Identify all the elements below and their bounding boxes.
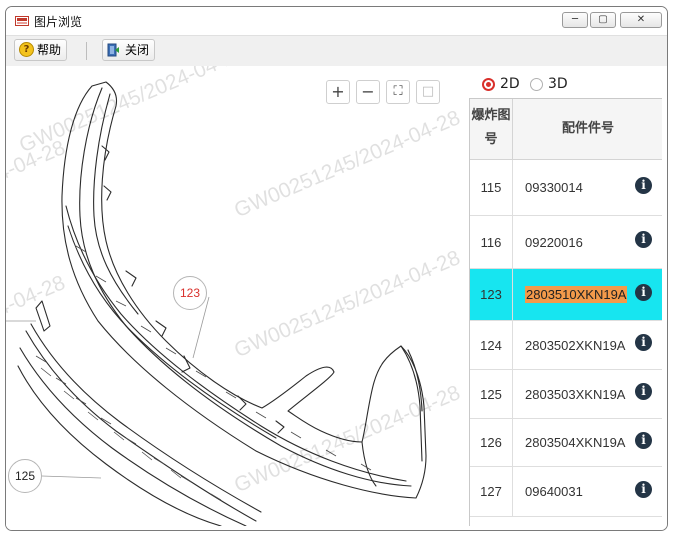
diagram-number: 127 bbox=[470, 467, 513, 516]
info-icon[interactable]: i bbox=[635, 383, 652, 400]
table-row[interactable]: 115 09330014 i bbox=[470, 160, 662, 216]
diagram-number: 123 bbox=[470, 269, 513, 320]
info-icon[interactable]: i bbox=[635, 284, 652, 301]
app-icon bbox=[15, 16, 29, 26]
window-title: 图片浏览 bbox=[34, 15, 83, 29]
title-bar: 图片浏览 ─ ▢ ✕ bbox=[6, 7, 667, 35]
part-number-text: 2803504XKN19A bbox=[525, 435, 626, 450]
diagram-number: 116 bbox=[470, 216, 513, 268]
fit-screen-button[interactable]: ⛶ bbox=[386, 80, 410, 104]
page-view-button[interactable]: □ bbox=[416, 80, 440, 104]
callout-123[interactable]: 123 bbox=[173, 276, 207, 310]
part-number: 2803504XKN19A bbox=[525, 419, 625, 466]
content-area: GW00251245/2024-04-28 GW00251245/2024-04… bbox=[6, 66, 667, 530]
table-row[interactable]: 124 2803502XKN19A i bbox=[470, 321, 662, 370]
part-number-text: 2803510XKN19A bbox=[525, 286, 628, 303]
close-button-label: 关闭 bbox=[125, 43, 150, 57]
part-number-text: 09330014 bbox=[525, 180, 583, 195]
radio-3d-dot bbox=[530, 78, 543, 91]
table-header: 爆炸图 号 配件件号 bbox=[470, 99, 662, 160]
part-number-text: 09220016 bbox=[525, 235, 583, 250]
parts-diagram-viewer[interactable]: GW00251245/2024-04-28 GW00251245/2024-04… bbox=[6, 66, 469, 526]
info-icon[interactable]: i bbox=[635, 481, 652, 498]
close-window-button[interactable]: ✕ bbox=[620, 12, 662, 28]
parts-table: 爆炸图 号 配件件号 115 09330014 i 116 09220016 i 123 28… bbox=[469, 98, 662, 526]
column-header-part-no: 配件件号 bbox=[561, 121, 614, 136]
table-row[interactable]: 126 2803504XKN19A i bbox=[470, 419, 662, 467]
header-line: 爆炸图 bbox=[471, 108, 511, 123]
zoom-in-button[interactable]: + bbox=[326, 80, 350, 104]
zoom-out-button[interactable]: − bbox=[356, 80, 380, 104]
close-button[interactable]: 关闭 bbox=[102, 39, 156, 61]
part-number-text: 2803502XKN19A bbox=[525, 338, 626, 353]
column-header-diagram-no: 爆炸图 号 bbox=[470, 99, 513, 159]
image-browser-window: 图片浏览 ─ ▢ ✕ ? 帮助 关闭 GW00251245/2024-04-28… bbox=[5, 6, 668, 531]
toolbar-separator bbox=[86, 42, 87, 60]
table-row[interactable]: 116 09220016 i bbox=[470, 216, 662, 269]
info-icon[interactable]: i bbox=[635, 177, 652, 194]
part-number: 09220016 bbox=[525, 216, 583, 268]
radio-2d-dot bbox=[482, 78, 495, 91]
info-icon[interactable]: i bbox=[635, 432, 652, 449]
radio-2d-label: 2D bbox=[500, 76, 520, 92]
part-number-text: 09640031 bbox=[525, 484, 583, 499]
minimize-button[interactable]: ─ bbox=[562, 12, 588, 28]
callout-125[interactable]: 125 bbox=[8, 459, 42, 493]
table-row[interactable]: 125 2803503XKN19A i bbox=[470, 370, 662, 419]
maximize-button[interactable]: ▢ bbox=[590, 12, 616, 28]
diagram-number: 124 bbox=[470, 321, 513, 369]
info-icon[interactable]: i bbox=[635, 334, 652, 351]
part-number: 2803502XKN19A bbox=[525, 321, 625, 369]
help-icon: ? bbox=[19, 42, 34, 57]
help-button[interactable]: ? 帮助 bbox=[14, 39, 68, 61]
table-row[interactable]: 127 09640031 i bbox=[470, 467, 662, 517]
help-button-label: 帮助 bbox=[37, 43, 62, 57]
info-icon[interactable]: i bbox=[635, 231, 652, 248]
part-number: 2803510XKN19A bbox=[525, 269, 628, 320]
diagram-number: 115 bbox=[470, 160, 513, 215]
part-number: 2803503XKN19A bbox=[525, 370, 625, 418]
table-row[interactable]: 123 2803510XKN19A i bbox=[470, 269, 662, 321]
part-number-text: 2803503XKN19A bbox=[525, 387, 626, 402]
part-number: 09640031 bbox=[525, 467, 583, 516]
exit-door-icon bbox=[107, 43, 119, 57]
diagram-number: 126 bbox=[470, 419, 513, 466]
header-line: 号 bbox=[484, 132, 498, 147]
part-number: 09330014 bbox=[525, 160, 583, 215]
radio-3d-label: 3D bbox=[548, 76, 568, 92]
toolbar: ? 帮助 关闭 bbox=[6, 35, 667, 67]
diagram-number: 125 bbox=[470, 370, 513, 418]
